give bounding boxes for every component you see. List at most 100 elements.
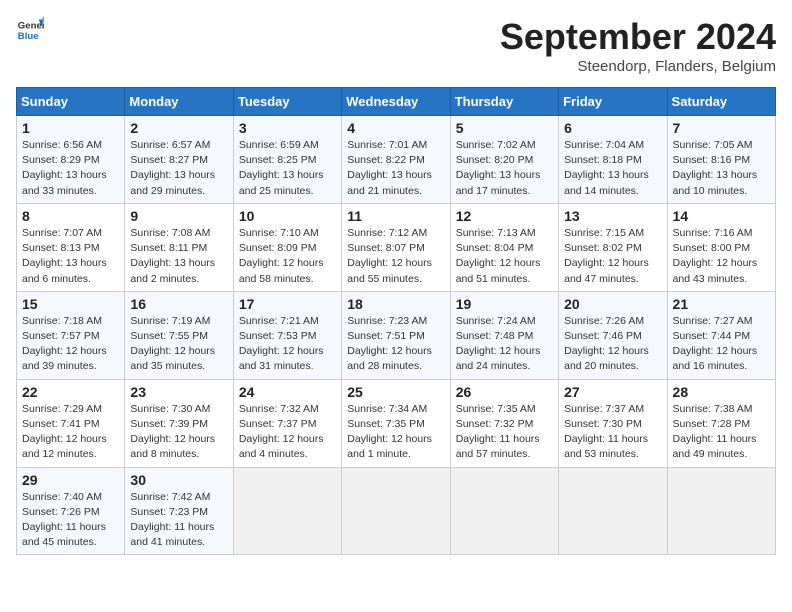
day-number: 1 (22, 120, 119, 136)
svg-text:Blue: Blue (18, 31, 39, 42)
day-info: Sunrise: 7:37 AM Sunset: 7:30 PM Dayligh… (564, 402, 661, 463)
weekday-header-row: SundayMondayTuesdayWednesdayThursdayFrid… (17, 88, 776, 116)
day-info: Sunrise: 7:01 AM Sunset: 8:22 PM Dayligh… (347, 138, 444, 199)
calendar-cell: 10 Sunrise: 7:10 AM Sunset: 8:09 PM Dayli… (233, 203, 341, 291)
day-info: Sunrise: 7:38 AM Sunset: 7:28 PM Dayligh… (673, 402, 770, 463)
calendar-cell: 20 Sunrise: 7:26 AM Sunset: 7:46 PM Dayli… (559, 291, 667, 379)
day-info: Sunrise: 7:40 AM Sunset: 7:26 PM Dayligh… (22, 490, 119, 551)
calendar-week-row: 22 Sunrise: 7:29 AM Sunset: 7:41 PM Dayli… (17, 379, 776, 467)
day-number: 26 (456, 384, 553, 400)
calendar-cell: 16 Sunrise: 7:19 AM Sunset: 7:55 PM Dayli… (125, 291, 233, 379)
day-info: Sunrise: 7:26 AM Sunset: 7:46 PM Dayligh… (564, 314, 661, 375)
calendar-cell: 26 Sunrise: 7:35 AM Sunset: 7:32 PM Dayli… (450, 379, 558, 467)
calendar-cell: 28 Sunrise: 7:38 AM Sunset: 7:28 PM Dayli… (667, 379, 775, 467)
page-header: General Blue September 2024 Steendorp, F… (16, 16, 776, 75)
day-number: 13 (564, 208, 661, 224)
day-info: Sunrise: 7:21 AM Sunset: 7:53 PM Dayligh… (239, 314, 336, 375)
day-info: Sunrise: 7:04 AM Sunset: 8:18 PM Dayligh… (564, 138, 661, 199)
title-block: September 2024 Steendorp, Flanders, Belg… (500, 16, 776, 75)
calendar-cell (667, 467, 775, 555)
calendar-cell: 12 Sunrise: 7:13 AM Sunset: 8:04 PM Dayli… (450, 203, 558, 291)
day-number: 21 (673, 296, 770, 312)
calendar-cell: 21 Sunrise: 7:27 AM Sunset: 7:44 PM Dayli… (667, 291, 775, 379)
day-number: 25 (347, 384, 444, 400)
calendar-cell: 29 Sunrise: 7:40 AM Sunset: 7:26 PM Dayli… (17, 467, 125, 555)
day-number: 10 (239, 208, 336, 224)
calendar-cell: 17Sunrise: 7:21 AM Sunset: 7:53 PM Dayli… (233, 291, 341, 379)
day-number: 11 (347, 208, 444, 224)
day-info: Sunrise: 7:23 AM Sunset: 7:51 PM Dayligh… (347, 314, 444, 375)
day-info: Sunrise: 7:32 AM Sunset: 7:37 PM Dayligh… (239, 402, 336, 463)
day-number: 7 (673, 120, 770, 136)
day-info: Sunrise: 7:30 AM Sunset: 7:39 PM Dayligh… (130, 402, 227, 463)
calendar-cell: 6 Sunrise: 7:04 AM Sunset: 8:18 PM Daylig… (559, 116, 667, 204)
day-number: 16 (130, 296, 227, 312)
weekday-header: Sunday (17, 88, 125, 116)
day-info: Sunrise: 6:56 AM Sunset: 8:29 PM Dayligh… (22, 138, 119, 199)
calendar-week-row: 1 Sunrise: 6:56 AM Sunset: 8:29 PM Daylig… (17, 116, 776, 204)
calendar-cell: 14 Sunrise: 7:16 AM Sunset: 8:00 PM Dayli… (667, 203, 775, 291)
weekday-header: Tuesday (233, 88, 341, 116)
day-info: Sunrise: 7:18 AM Sunset: 7:57 PM Dayligh… (22, 314, 119, 375)
day-info: Sunrise: 7:10 AM Sunset: 8:09 PM Dayligh… (239, 226, 336, 287)
day-info: Sunrise: 7:24 AM Sunset: 7:48 PM Dayligh… (456, 314, 553, 375)
day-number: 5 (456, 120, 553, 136)
day-info: Sunrise: 7:42 AM Sunset: 7:23 PM Dayligh… (130, 490, 227, 551)
calendar-cell: 7 Sunrise: 7:05 AM Sunset: 8:16 PM Daylig… (667, 116, 775, 204)
location: Steendorp, Flanders, Belgium (500, 58, 776, 75)
weekday-header: Monday (125, 88, 233, 116)
calendar-week-row: 8 Sunrise: 7:07 AM Sunset: 8:13 PM Daylig… (17, 203, 776, 291)
day-info: Sunrise: 6:57 AM Sunset: 8:27 PM Dayligh… (130, 138, 227, 199)
day-number: 18 (347, 296, 444, 312)
day-number: 8 (22, 208, 119, 224)
calendar-cell: 4 Sunrise: 7:01 AM Sunset: 8:22 PM Daylig… (342, 116, 450, 204)
calendar-cell: 13Sunrise: 7:15 AM Sunset: 8:02 PM Dayli… (559, 203, 667, 291)
calendar-cell: 1 Sunrise: 6:56 AM Sunset: 8:29 PM Daylig… (17, 116, 125, 204)
day-number: 30 (130, 472, 227, 488)
calendar-cell: 30 Sunrise: 7:42 AM Sunset: 7:23 PM Dayli… (125, 467, 233, 555)
day-number: 29 (22, 472, 119, 488)
calendar-cell: 23 Sunrise: 7:30 AM Sunset: 7:39 PM Dayli… (125, 379, 233, 467)
day-number: 2 (130, 120, 227, 136)
day-number: 28 (673, 384, 770, 400)
calendar-cell (559, 467, 667, 555)
day-info: Sunrise: 7:05 AM Sunset: 8:16 PM Dayligh… (673, 138, 770, 199)
day-number: 4 (347, 120, 444, 136)
calendar-cell: 18 Sunrise: 7:23 AM Sunset: 7:51 PM Dayli… (342, 291, 450, 379)
day-number: 14 (673, 208, 770, 224)
day-number: 22 (22, 384, 119, 400)
day-number: 19 (456, 296, 553, 312)
day-number: 23 (130, 384, 227, 400)
day-info: Sunrise: 6:59 AM Sunset: 8:25 PM Dayligh… (239, 138, 336, 199)
day-number: 15 (22, 296, 119, 312)
day-info: Sunrise: 7:13 AM Sunset: 8:04 PM Dayligh… (456, 226, 553, 287)
calendar-cell: 22 Sunrise: 7:29 AM Sunset: 7:41 PM Dayli… (17, 379, 125, 467)
calendar-cell: 27Sunrise: 7:37 AM Sunset: 7:30 PM Dayli… (559, 379, 667, 467)
day-info: Sunrise: 7:19 AM Sunset: 7:55 PM Dayligh… (130, 314, 227, 375)
day-info: Sunrise: 7:29 AM Sunset: 7:41 PM Dayligh… (22, 402, 119, 463)
day-info: Sunrise: 7:16 AM Sunset: 8:00 PM Dayligh… (673, 226, 770, 287)
calendar-cell: 3Sunrise: 6:59 AM Sunset: 8:25 PM Daylig… (233, 116, 341, 204)
day-number: 9 (130, 208, 227, 224)
day-number: 20 (564, 296, 661, 312)
day-number: 12 (456, 208, 553, 224)
logo-icon: General Blue (16, 16, 44, 44)
day-info: Sunrise: 7:35 AM Sunset: 7:32 PM Dayligh… (456, 402, 553, 463)
calendar-cell (450, 467, 558, 555)
day-info: Sunrise: 7:27 AM Sunset: 7:44 PM Dayligh… (673, 314, 770, 375)
day-info: Sunrise: 7:08 AM Sunset: 8:11 PM Dayligh… (130, 226, 227, 287)
calendar-cell (342, 467, 450, 555)
calendar-week-row: 29 Sunrise: 7:40 AM Sunset: 7:26 PM Dayli… (17, 467, 776, 555)
month-title: September 2024 (500, 16, 776, 58)
calendar-week-row: 15 Sunrise: 7:18 AM Sunset: 7:57 PM Dayli… (17, 291, 776, 379)
day-info: Sunrise: 7:12 AM Sunset: 8:07 PM Dayligh… (347, 226, 444, 287)
calendar-cell: 11 Sunrise: 7:12 AM Sunset: 8:07 PM Dayli… (342, 203, 450, 291)
logo: General Blue (16, 16, 44, 44)
day-number: 6 (564, 120, 661, 136)
calendar-cell: 25Sunrise: 7:34 AM Sunset: 7:35 PM Dayli… (342, 379, 450, 467)
day-info: Sunrise: 7:07 AM Sunset: 8:13 PM Dayligh… (22, 226, 119, 287)
calendar-cell: 8 Sunrise: 7:07 AM Sunset: 8:13 PM Daylig… (17, 203, 125, 291)
day-number: 24 (239, 384, 336, 400)
calendar-cell: 5Sunrise: 7:02 AM Sunset: 8:20 PM Daylig… (450, 116, 558, 204)
calendar-table: SundayMondayTuesdayWednesdayThursdayFrid… (16, 87, 776, 555)
